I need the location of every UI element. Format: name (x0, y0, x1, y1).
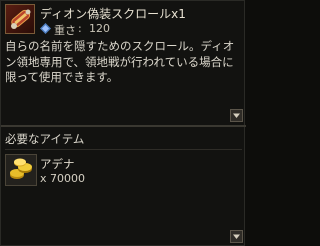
required-item-name: アデナ (40, 157, 75, 171)
adena-coins-icon (5, 154, 37, 186)
required-item-row: アデナ x 70000 (5, 154, 225, 188)
item-tooltip: ディオン偽装スクロールx1 重さ : 120 自らの名前を隠すためのスクロール。… (0, 0, 246, 246)
item-name-text: ディオン偽装スクロール (40, 7, 172, 21)
required-item-count-prefix: x (40, 172, 47, 185)
scroll-down-button-bottom[interactable] (230, 230, 243, 243)
weight-crystal-icon (40, 23, 51, 34)
weight-separator: : (78, 22, 82, 35)
item-description: 自らの名前を隠すためのスクロール。ディオン領地専用で、領地戦が行われている場合に… (5, 39, 235, 84)
item-quantity: x1 (171, 7, 186, 21)
scroll-down-button-top[interactable] (230, 109, 243, 122)
weight-label: 重さ (54, 24, 76, 37)
title-underline (5, 149, 242, 150)
item-name: ディオン偽装スクロールx1 (40, 5, 186, 22)
chevron-down-icon (233, 113, 240, 118)
section-divider (1, 125, 246, 127)
required-item-count-value: 70000 (50, 172, 86, 185)
required-item-count: x 70000 (40, 172, 85, 185)
chevron-down-icon (233, 234, 240, 239)
item-header: ディオン偽装スクロールx1 重さ : 120 (5, 4, 242, 38)
weight-value: 120 (89, 22, 110, 35)
scroll-icon (5, 4, 35, 34)
required-items-title: 必要なアイテム (5, 132, 85, 146)
